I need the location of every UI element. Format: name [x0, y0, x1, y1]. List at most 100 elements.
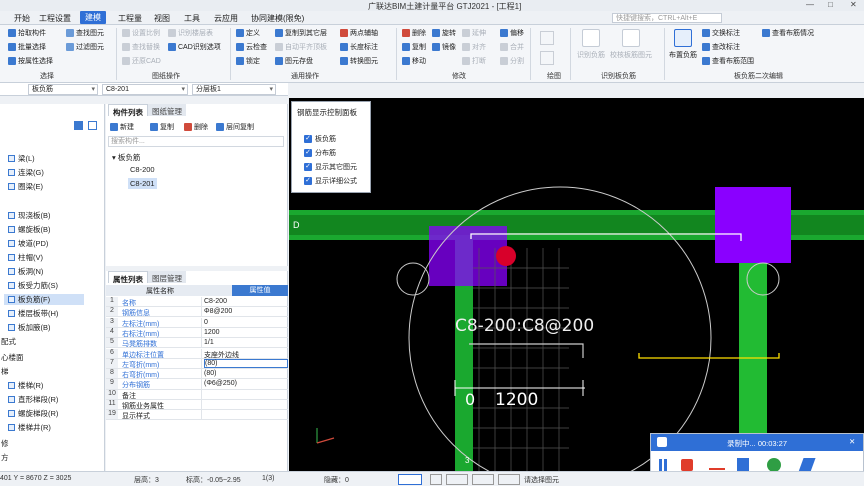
nav-item-beam[interactable]: 梁(L)	[8, 153, 35, 164]
menu-start[interactable]: 开始	[14, 13, 30, 24]
menu-view[interactable]: 视图	[154, 13, 170, 24]
checkbox-show-formula[interactable]: ✓ 显示详细公式	[304, 176, 357, 186]
move-button[interactable]: 移动	[402, 56, 426, 66]
maximize-button[interactable]: □	[828, 0, 833, 9]
property-value[interactable]: (80)	[204, 370, 216, 377]
menu-quantity[interactable]: 工程量	[118, 13, 142, 24]
menu-cloud[interactable]: 云应用	[214, 13, 238, 24]
nav-item-ramp[interactable]: 坡道(PD)	[8, 238, 48, 249]
checkbox-distribution-rebar[interactable]: ✓ 分布筋	[304, 148, 336, 158]
grid-view-icon[interactable]	[88, 121, 97, 130]
edit-icon[interactable]	[798, 458, 816, 472]
cad-options-button[interactable]: CAD识别选项	[168, 42, 221, 52]
property-value[interactable]: C8-200	[204, 298, 227, 305]
property-row[interactable]: 19 显示样式	[106, 410, 288, 421]
track-icon[interactable]	[498, 474, 520, 485]
menu-project-settings[interactable]: 工程设置	[39, 13, 71, 24]
mirror-button[interactable]: 镜像	[432, 42, 456, 52]
property-row[interactable]: 1 名称 C8-200	[106, 297, 288, 308]
extend-button[interactable]: 延伸	[462, 28, 486, 38]
nav-item-spiral-flight[interactable]: 螺旋梯段(R)	[8, 408, 58, 419]
view-range-button[interactable]: 查看布筋范围	[702, 56, 754, 66]
nav-item-ring-beam[interactable]: 圈梁(E)	[8, 181, 43, 192]
set-scale-button[interactable]: 设置比例	[122, 28, 160, 38]
property-row[interactable]: 8 右弯折(mm) (80)	[106, 369, 288, 380]
delete-button[interactable]: 删除	[402, 28, 426, 38]
section-floor[interactable]: 心楼面	[1, 352, 24, 363]
pen-icon[interactable]	[737, 458, 749, 472]
tree-group-negative-rebar[interactable]: ▾ 板负筋	[112, 152, 140, 163]
menu-tools[interactable]: 工具	[184, 13, 200, 24]
filter-element-button[interactable]: 过滤图元	[66, 42, 104, 52]
define-button[interactable]: 定义	[236, 28, 260, 38]
tab-layer-management[interactable]: 图层管理	[148, 271, 186, 283]
recorder-close-icon[interactable]: ✕	[849, 437, 855, 446]
cloud-check-button[interactable]: 云检查	[236, 42, 267, 52]
convert-element-button[interactable]: 转换图元	[340, 56, 378, 66]
nav-item-column-cap[interactable]: 柱帽(V)	[8, 252, 43, 263]
polar-icon[interactable]	[472, 474, 494, 485]
property-row[interactable]: 11 钢筋业务属性	[106, 400, 288, 411]
section-prefab[interactable]: 配式	[1, 336, 16, 347]
copy-component-button[interactable]: 复制	[150, 122, 174, 132]
identify-floor-table-button[interactable]: 识别楼层表	[168, 28, 213, 38]
identify-negative-rebar-button[interactable]: 识别负筋	[574, 29, 608, 60]
nav-item-slab-hole[interactable]: 板洞(N)	[8, 266, 43, 277]
nav-item-stairwell[interactable]: 楼梯井(R)	[8, 422, 51, 433]
offset-button[interactable]: 偏移	[500, 28, 524, 38]
copy-to-layer-button[interactable]: 复制到其它层	[275, 28, 327, 38]
property-value[interactable]: 1200	[204, 329, 220, 336]
property-row[interactable]: 5 马凳筋排数 1/1	[106, 338, 288, 349]
tab-component-list[interactable]: 构件列表	[108, 104, 148, 117]
layout-negative-rebar-button[interactable]: 布置负筋	[666, 29, 700, 60]
rebar-annotation[interactable]: C8-200:C8@200	[455, 316, 594, 336]
layer-select[interactable]: 分层板1	[192, 84, 276, 95]
tab-drawing-management[interactable]: 图纸管理	[148, 104, 186, 116]
select-mode-icon[interactable]	[398, 474, 422, 485]
view-layout-button[interactable]: 查看布筋情况	[762, 28, 814, 38]
check-rebar-button[interactable]: 校核板筋图元	[610, 29, 652, 60]
section-decoration[interactable]: 修	[1, 438, 9, 449]
selection-point[interactable]	[496, 246, 516, 266]
pause-icon[interactable]	[659, 459, 662, 471]
nav-item-negative-rebar[interactable]: 板负筋(F)	[4, 294, 84, 305]
nav-item-slab-rebar[interactable]: 板受力筋(S)	[8, 280, 58, 291]
swap-label-button[interactable]: 交换标注	[702, 28, 740, 38]
drawing-canvas[interactable]: D C8-200:C8@200 0 1200 3	[289, 98, 864, 471]
section-stair[interactable]: 梯	[1, 366, 9, 377]
nav-item-slab-haunch[interactable]: 板加腋(B)	[8, 322, 51, 333]
property-row[interactable]: 7 左弯折(mm) (80)	[106, 358, 288, 369]
property-row[interactable]: 3 左标注(mm) 0	[106, 317, 288, 328]
rotate-button[interactable]: 旋转	[432, 28, 456, 38]
break-button[interactable]: 打断	[462, 56, 486, 66]
nav-item-slab-strip[interactable]: 楼层板带(H)	[8, 308, 58, 319]
minimize-button[interactable]: —	[806, 0, 814, 9]
nav-item-straight-flight[interactable]: 直形梯段(R)	[8, 394, 58, 405]
nav-item-cast-slab[interactable]: 现浇板(B)	[8, 210, 51, 221]
select-by-attribute-button[interactable]: 按属性选择	[8, 56, 53, 66]
nav-item-spiral-slab[interactable]: 螺旋板(B)	[8, 224, 51, 235]
nav-item-coupling-beam[interactable]: 连梁(G)	[8, 167, 44, 178]
underline-icon[interactable]	[709, 468, 725, 470]
lock-button[interactable]: 锁定	[236, 56, 260, 66]
auto-flush-button[interactable]: 自动平齐顶板	[275, 42, 327, 52]
property-row[interactable]: 10 备注	[106, 389, 288, 400]
property-row[interactable]: 4 右标注(mm) 1200	[106, 327, 288, 339]
two-point-axis-button[interactable]: 两点辅轴	[340, 28, 378, 38]
webcam-icon[interactable]	[767, 458, 781, 472]
find-element-button[interactable]: 查找图元	[66, 28, 104, 38]
menu-modeling[interactable]: 建模	[80, 11, 106, 24]
align-button[interactable]: 对齐	[462, 42, 486, 52]
checkbox-negative-rebar[interactable]: ✓ 板负筋	[304, 134, 336, 144]
menu-collab[interactable]: 协同建模(限免)	[251, 13, 304, 24]
delete-component-button[interactable]: 删除	[184, 122, 208, 132]
dimension-label[interactable]: 1200	[495, 390, 538, 410]
tab-property-list[interactable]: 属性列表	[108, 271, 148, 284]
new-component-button[interactable]: 新建	[110, 122, 134, 132]
property-value[interactable]: Φ8@200	[204, 308, 232, 315]
property-value[interactable]: (Φ6@250)	[204, 380, 237, 387]
name-select[interactable]: C8-201	[102, 84, 188, 95]
component-search-input[interactable]: 搜索构件...	[108, 136, 284, 147]
length-dim-button[interactable]: 长度标注	[340, 42, 378, 52]
snap-icon[interactable]	[430, 474, 442, 485]
